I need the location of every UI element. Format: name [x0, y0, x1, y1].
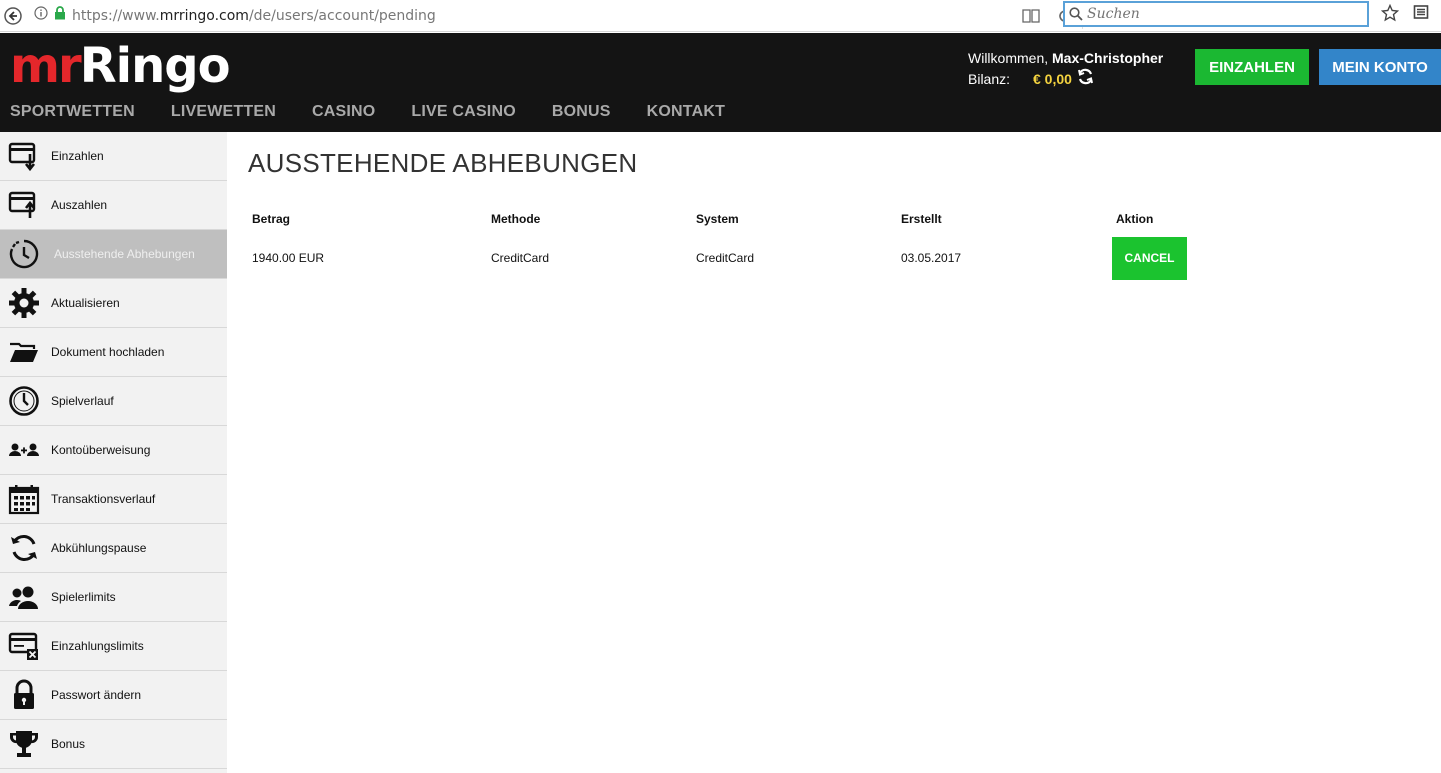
- back-arrow-icon[interactable]: [0, 3, 26, 29]
- table-header-row: Betrag Methode System Erstellt Aktion: [248, 206, 1232, 232]
- users-icon: [2, 577, 46, 617]
- sidebar-item-dokument-hochladen[interactable]: Dokument hochladen: [0, 328, 227, 377]
- lock-icon: [2, 675, 46, 715]
- main-content: AUSSTEHENDE ABHEBUNGEN Betrag Methode Sy…: [248, 148, 1428, 280]
- folder-icon: [2, 332, 46, 372]
- cell-method: CreditCard: [491, 251, 550, 265]
- sidebar-item-label: Ausstehende Abhebungen: [54, 247, 195, 261]
- sidebar-item-label: Einzahlungslimits: [51, 639, 144, 653]
- sidebar-item-abkuehlungspause[interactable]: Abkühlungspause: [0, 524, 227, 573]
- mrringo-logo[interactable]: mr Ringo: [10, 41, 231, 91]
- withdraw-icon: [2, 185, 46, 225]
- refresh-balance-icon[interactable]: [1077, 68, 1094, 90]
- sidebar-item-label: Bonus: [51, 737, 86, 751]
- browser-toolbar: https://www.mrringo.com/de/users/account…: [0, 0, 1441, 32]
- cell-created: 03.05.2017: [901, 251, 962, 265]
- welcome-text: Willkommen, Max-Christopher: [968, 50, 1164, 66]
- my-account-button[interactable]: MEIN KONTO: [1319, 49, 1441, 85]
- account-sidebar: Einzahlen Auszahlen Ausstehende Abhebung…: [0, 132, 227, 773]
- transfer-users-icon: [2, 430, 46, 470]
- sidebar-item-kontoueberweisung[interactable]: Kontoüberweisung: [0, 426, 227, 475]
- site-header: mr Ringo Willkommen, Max-Christopher Bila…: [0, 33, 1441, 132]
- lock-secure-icon: [54, 6, 66, 25]
- nav-livewetten[interactable]: LIVEWETTEN: [171, 103, 276, 121]
- reader-view-icon[interactable]: [1014, 8, 1048, 23]
- balance-label: Bilanz:: [968, 71, 1011, 87]
- sidebar-item-spielerlimits[interactable]: Spielerlimits: [0, 573, 227, 622]
- sidebar-item-ausstehende-abhebungen[interactable]: Ausstehende Abhebungen: [0, 230, 227, 279]
- bookmark-star-icon[interactable]: [1380, 3, 1400, 27]
- nav-casino[interactable]: CASINO: [312, 103, 375, 121]
- sidebar-item-aktualisieren[interactable]: Aktualisieren: [0, 279, 227, 328]
- refresh-icon: [2, 528, 46, 568]
- search-icon: [1065, 7, 1087, 21]
- nav-live-casino[interactable]: LIVE CASINO: [411, 103, 515, 121]
- nav-kontakt[interactable]: KONTAKT: [647, 103, 725, 121]
- sidebar-item-label: Spielerlimits: [51, 590, 116, 604]
- url-bar[interactable]: https://www.mrringo.com/de/users/account…: [28, 2, 1083, 29]
- sidebar-item-label: Spielverlauf: [51, 394, 114, 408]
- sidebar-item-spielverlauf[interactable]: Spielverlauf: [0, 377, 227, 426]
- cell-amount: 1940.00 EUR: [252, 251, 325, 265]
- pending-withdrawals-table: Betrag Methode System Erstellt Aktion 19…: [248, 206, 1232, 284]
- column-header-betrag: Betrag: [252, 212, 291, 226]
- nav-bonus[interactable]: BONUS: [552, 103, 611, 121]
- calendar-icon: [2, 479, 46, 519]
- main-navigation: SPORTWETTEN LIVEWETTEN CASINO LIVE CASIN…: [10, 103, 761, 121]
- table-row: 1940.00 EUR CreditCard CreditCard 03.05.…: [248, 232, 1232, 284]
- sidebar-item-einzahlungslimits[interactable]: Einzahlungslimits: [0, 622, 227, 671]
- deposit-button[interactable]: EINZAHLEN: [1195, 49, 1309, 85]
- user-name: Max-Christopher: [1052, 50, 1164, 66]
- sidebar-item-label: Transaktionsverlauf: [51, 492, 156, 506]
- sidebar-item-transaktionsverlauf[interactable]: Transaktionsverlauf: [0, 475, 227, 524]
- sidebar-item-label: Passwort ändern: [51, 688, 142, 702]
- gear-icon: [2, 283, 46, 323]
- library-icon[interactable]: [1413, 4, 1429, 25]
- balance-value: € 0,00: [1033, 71, 1072, 87]
- sidebar-item-passwort-aendern[interactable]: Passwort ändern: [0, 671, 227, 720]
- sidebar-item-auszahlen[interactable]: Auszahlen: [0, 181, 227, 230]
- cancel-button[interactable]: CANCEL: [1112, 236, 1187, 280]
- sidebar-item-label: Aktualisieren: [51, 296, 120, 310]
- column-header-methode: Methode: [491, 212, 541, 226]
- column-header-system: System: [696, 212, 739, 226]
- sidebar-item-label: Auszahlen: [51, 198, 108, 212]
- card-limit-icon: [2, 626, 46, 666]
- sidebar-item-label: Einzahlen: [51, 149, 104, 163]
- column-header-erstellt: Erstellt: [901, 212, 942, 226]
- column-header-aktion: Aktion: [1116, 212, 1154, 226]
- clock-dashed-icon: [2, 234, 46, 274]
- sidebar-item-label: Kontoüberweisung: [51, 443, 151, 457]
- browser-search-box[interactable]: [1063, 1, 1369, 27]
- trophy-icon: [2, 724, 46, 764]
- page-title: AUSSTEHENDE ABHEBUNGEN: [248, 148, 638, 178]
- sidebar-item-label: Abkühlungspause: [51, 541, 147, 555]
- cell-action: CANCEL: [1112, 232, 1232, 284]
- sidebar-item-einzahlen[interactable]: Einzahlen: [0, 132, 227, 181]
- info-icon[interactable]: [34, 6, 48, 25]
- search-input[interactable]: [1087, 6, 1357, 22]
- clock-icon: [2, 381, 46, 421]
- sidebar-item-label: Dokument hochladen: [51, 345, 165, 359]
- nav-sportwetten[interactable]: SPORTWETTEN: [10, 103, 135, 121]
- url-text[interactable]: https://www.mrringo.com/de/users/account…: [72, 8, 436, 24]
- sidebar-item-bonus[interactable]: Bonus: [0, 720, 227, 769]
- deposit-icon: [2, 136, 46, 176]
- cell-system: CreditCard: [696, 251, 755, 265]
